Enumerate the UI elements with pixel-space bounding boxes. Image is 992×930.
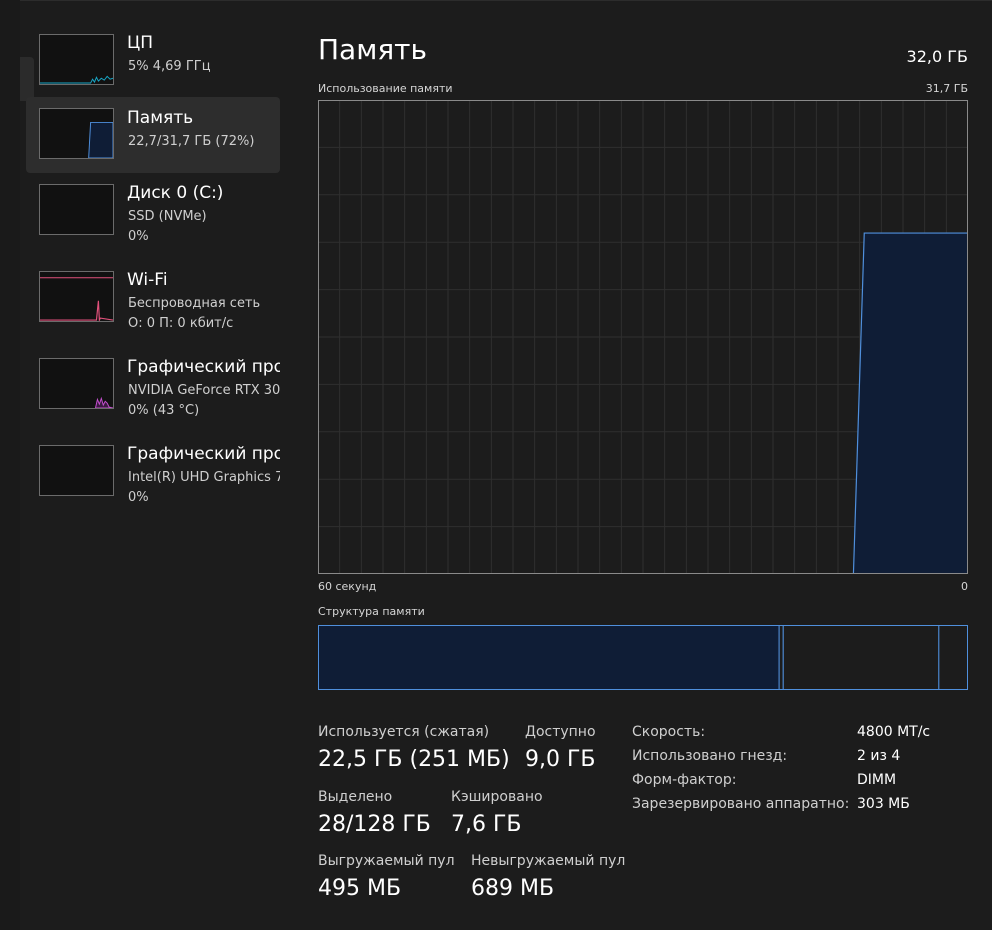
cpu-mini-line: [40, 75, 113, 84]
graph-time-end: 0: [961, 580, 968, 593]
sidebar-item-title: ЦП: [127, 33, 153, 53]
segment-free: [938, 625, 968, 690]
in-use-label: Используется (сжатая): [318, 724, 490, 740]
sidebar-item-subtitle: 5% 4,69 ГГц: [128, 59, 211, 74]
memory-mini-chart: [88, 121, 113, 158]
sidebar-item-subtitle: NVIDIA GeForce RTX 30: [128, 383, 280, 398]
sidebar-item-value: О: 0 П: 0 кбит/с: [128, 316, 234, 331]
committed-label: Выделено: [318, 789, 393, 805]
paged-pool-value: 495 МБ: [318, 876, 402, 901]
sidebar-item-disk[interactable]: Диск 0 (C:) SSD (NVMe) 0%: [26, 172, 280, 248]
memory-mini-fill: [88, 121, 113, 158]
usage-graph-max: 31,7 ГБ: [925, 82, 968, 95]
sidebar-item-memory[interactable]: Память 22,7/31,7 ГБ (72%): [26, 97, 280, 173]
committed-value: 28/128 ГБ: [318, 812, 431, 837]
memory-composition-bar: [318, 625, 968, 690]
sidebar-item-title: Wi-Fi: [127, 270, 168, 290]
sidebar-item-gpu-intel[interactable]: Графический про Intel(R) UHD Graphics 7 …: [26, 433, 280, 509]
spec-reserved-label: Зарезервировано аппаратно:: [632, 796, 850, 812]
sidebar-item-title: Графический про: [127, 357, 280, 377]
gpu-nvidia-mini-chart: [94, 396, 113, 408]
structure-label: Структура памяти: [318, 605, 425, 618]
sidebar-item-title: Графический про: [127, 444, 280, 464]
sidebar-item-title: Память: [127, 108, 194, 128]
disk-thumbnail-graph: [39, 184, 114, 235]
available-label: Доступно: [525, 724, 596, 740]
memory-usage-graph: [318, 100, 968, 574]
spec-slots-label: Использовано гнезд:: [632, 748, 788, 764]
available-value: 9,0 ГБ: [525, 747, 596, 772]
cpu-thumbnail-graph: [39, 34, 114, 85]
nonpaged-pool-value: 689 МБ: [471, 876, 555, 901]
in-use-value: 22,5 ГБ (251 МБ): [318, 747, 510, 772]
paged-pool-label: Выгружаемый пул: [318, 853, 455, 869]
sidebar-item-subtitle: Intel(R) UHD Graphics 7: [128, 470, 280, 485]
cpu-mini-chart: [40, 75, 113, 84]
wifi-mini-chart: [40, 277, 113, 321]
sidebar-item-gpu-nvidia[interactable]: Графический про NVIDIA GeForce RTX 30 0%…: [26, 346, 280, 422]
sidebar-item-subtitle: 22,7/31,7 ГБ (72%): [128, 134, 255, 149]
sidebar-item-title: Диск 0 (C:): [127, 183, 224, 203]
cached-label: Кэшировано: [451, 789, 543, 805]
total-memory: 32,0 ГБ: [906, 47, 968, 66]
sidebar-item-value: 0%: [128, 490, 149, 505]
segment-in-use: [318, 625, 780, 690]
memory-usage-chart: [318, 100, 968, 574]
cached-value: 7,6 ГБ: [451, 812, 522, 837]
sidebar-item-wifi[interactable]: Wi-Fi Беспроводная сеть О: 0 П: 0 кбит/с: [26, 259, 280, 335]
memory-composition-chart: [318, 625, 968, 690]
sidebar-item-value: 0%: [128, 229, 149, 244]
sidebar-item-value: 0% (43 °C): [128, 403, 200, 418]
spec-form-factor-value: DIMM: [857, 772, 897, 788]
spec-speed-label: Скорость:: [632, 724, 706, 740]
spec-form-factor-label: Форм-фактор:: [632, 772, 737, 788]
wifi-thumbnail-graph: [39, 271, 114, 322]
wifi-mini-spike: [40, 300, 113, 321]
memory-thumbnail-graph: [39, 108, 114, 159]
page-title: Память: [318, 33, 427, 66]
sidebar-item-cpu[interactable]: ЦП 5% 4,69 ГГц: [26, 22, 280, 98]
spec-speed-value: 4800 МТ/с: [857, 724, 931, 740]
graph-time-start: 60 секунд: [318, 580, 377, 593]
sidebar-item-subtitle: SSD (NVMe): [128, 209, 207, 224]
gpu-nvidia-mini-fill: [94, 396, 113, 408]
gpu-nvidia-thumbnail-graph: [39, 358, 114, 409]
segment-modified: [778, 625, 784, 690]
usage-graph-label: Использование памяти: [318, 82, 453, 95]
spec-slots-value: 2 из 4: [857, 748, 901, 764]
nonpaged-pool-label: Невыгружаемый пул: [471, 853, 626, 869]
gpu-intel-thumbnail-graph: [39, 445, 114, 496]
sidebar-item-subtitle: Беспроводная сеть: [128, 296, 261, 311]
spec-reserved-value: 303 МБ: [857, 796, 910, 812]
segment-standby: [782, 625, 940, 690]
